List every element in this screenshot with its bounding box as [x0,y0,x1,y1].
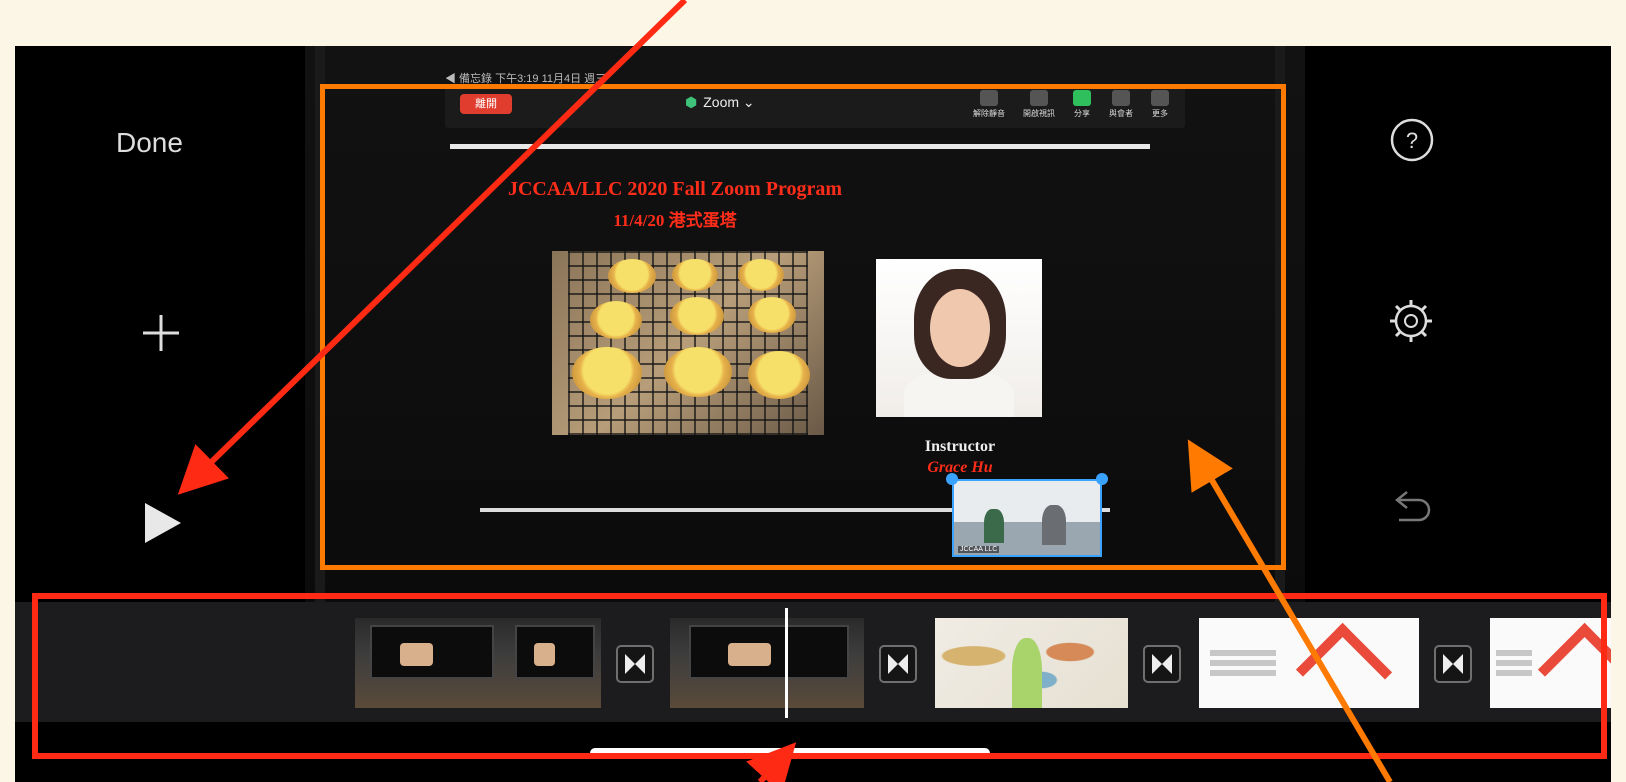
question-circle-icon: ? [1390,118,1434,162]
bowtie-transition-icon [625,654,645,674]
video-off-icon [1030,90,1048,106]
shield-icon: ⬢ [685,94,698,110]
instructor-name: Grace Hu [927,459,993,476]
zoom-participants: 與會者 [1109,90,1133,119]
bowtie-transition-icon [888,654,908,674]
zoom-toolbar: 離開 ⬢ Zoom ⌄ 解除靜音 開啟視訊 分享 與會者 更多 [445,86,1185,128]
bowtie-transition-icon [1443,654,1463,674]
ipad-status-text: ◀ 備忘錄 下午3:19 11月4日 週三 [445,73,607,85]
mic-off-icon [980,90,998,106]
instructor-label: Instructor [924,438,996,455]
timeline-clip-6[interactable] [1490,618,1611,708]
video-preview[interactable]: ◀ 備忘錄 下午3:19 11月4日 週三 離開 ⬢ Zoom ⌄ 解除靜音 開啟… [305,46,1305,606]
add-media-button[interactable] [139,311,183,355]
instructor-photo [876,259,1042,417]
zoom-title: ⬢ Zoom ⌄ [685,94,755,111]
timeline-clip-2[interactable] [505,618,601,708]
slide-subtitle: 11/4/20 港式蛋塔 [613,211,737,230]
slide-top-rule [450,144,1150,149]
egg-tarts-photo [552,251,824,435]
pip-label: JCCAA LLC [958,546,1000,553]
transition-button-2[interactable] [879,645,917,683]
timeline-clip-3[interactable] [670,618,864,708]
plus-icon [143,315,179,351]
picture-in-picture-overlay[interactable]: JCCAA LLC [952,479,1102,557]
play-icon [145,503,181,543]
timeline-clip-5[interactable] [1199,618,1419,708]
timeline-clip-4[interactable] [935,618,1128,708]
pip-resize-handle-left[interactable] [946,473,958,485]
undo-button[interactable] [1393,486,1433,530]
pip-resize-handle-right[interactable] [1096,473,1108,485]
play-button[interactable] [143,501,183,545]
zoom-more: 更多 [1151,90,1169,119]
zoom-video: 開啟視訊 [1023,90,1055,119]
zoom-share: 分享 [1073,90,1091,119]
share-icon [1073,90,1091,106]
bowtie-transition-icon [1152,654,1172,674]
transition-button-4[interactable] [1434,645,1472,683]
timeline-clip-1[interactable] [355,618,505,708]
transition-button-1[interactable] [616,645,654,683]
svg-text:?: ? [1406,128,1418,153]
more-icon [1151,90,1169,106]
slide-title: JCCAA/LLC 2020 Fall Zoom Program [507,178,843,200]
home-indicator [590,748,990,758]
help-button[interactable]: ? [1389,117,1435,163]
undo-icon [1394,491,1431,522]
transition-button-3[interactable] [1143,645,1181,683]
gear-icon [1390,300,1432,342]
zoom-title-text: Zoom ⌄ [703,94,755,110]
done-button[interactable]: Done [110,126,189,160]
zoom-leave-button: 離開 [460,94,512,114]
zoom-unmute: 解除靜音 [973,90,1005,119]
timeline[interactable] [15,602,1611,722]
imovie-editor: Done ◀ 備忘錄 下午3:19 11月4日 週三 離開 ⬢ Zoom ⌄ 解除… [15,46,1611,782]
project-settings-button[interactable] [1387,297,1435,345]
playhead[interactable] [785,608,788,718]
participants-icon [1112,90,1130,106]
